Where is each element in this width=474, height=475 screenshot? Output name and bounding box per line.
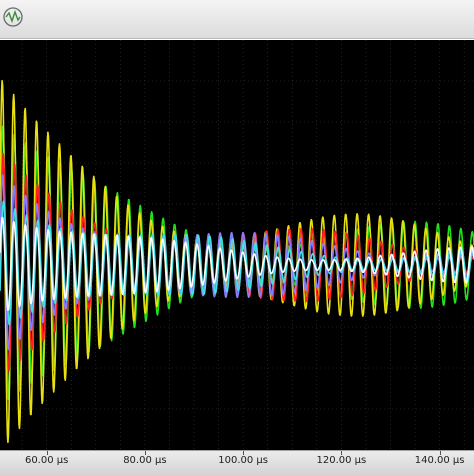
waveform-plot-area[interactable] [0,40,474,450]
time-tick-label: 60.00 µs [24,455,69,466]
time-axis: 60.00 µs 80.00 µs 100.00 µs 120.00 µs 140.00… [0,450,474,475]
time-tick-label: 100.00 µs [218,455,268,466]
window-titlebar [0,0,474,39]
oscilloscope-window: 60.00 µs 80.00 µs 100.00 µs 120.00 µs 140.00… [0,0,474,475]
waveform-chart [0,40,474,450]
time-tick-label: 140.00 µs [414,455,465,466]
oscilloscope-icon[interactable] [2,6,24,28]
time-tick-label: 80.00 µs [123,455,167,466]
time-tick-label: 120.00 µs [316,455,367,466]
